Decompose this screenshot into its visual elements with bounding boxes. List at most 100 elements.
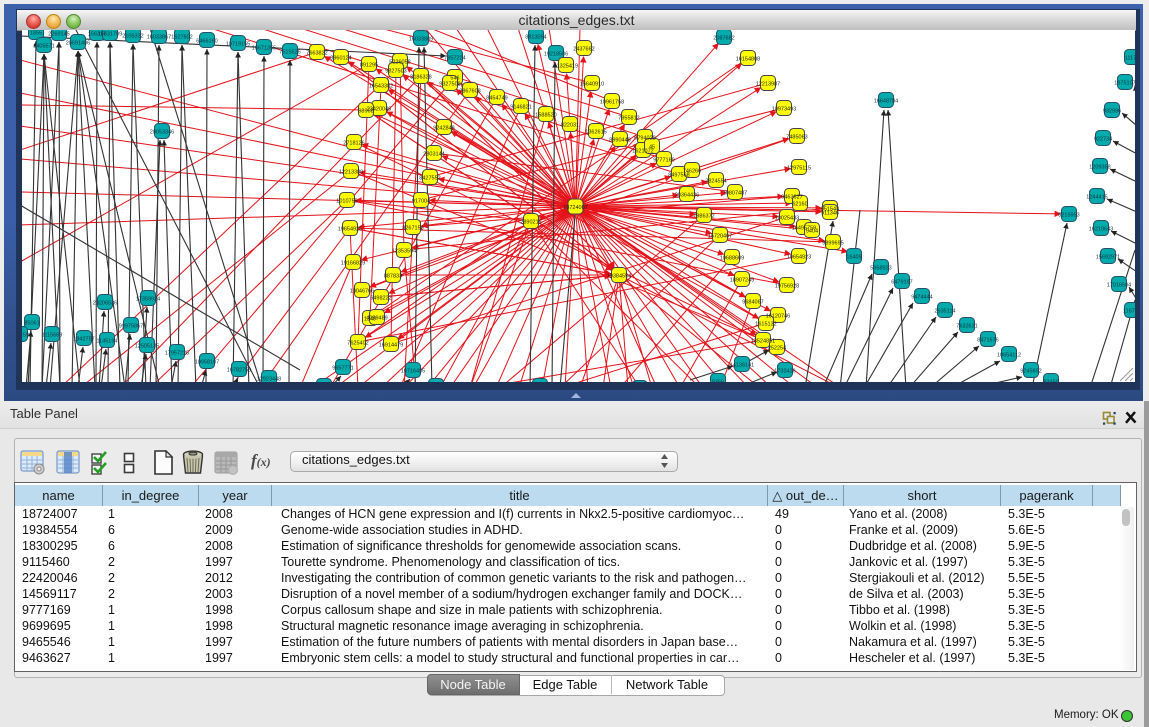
svg-text:16154808: 16154808: [736, 57, 760, 63]
svg-text:922734: 922734: [1094, 137, 1112, 143]
svg-text:917004: 917004: [412, 199, 430, 205]
svg-text:20691406: 20691406: [66, 41, 90, 47]
svg-text:252254: 252254: [768, 346, 786, 352]
svg-text:9146821: 9146821: [510, 105, 531, 111]
svg-text:8215953: 8215953: [1058, 213, 1079, 219]
svg-text:9827503: 9827503: [385, 69, 406, 75]
svg-text:1527602: 1527602: [171, 35, 192, 41]
svg-text:16120746: 16120746: [766, 314, 790, 320]
svg-text:6466160: 6466160: [196, 39, 217, 45]
svg-text:8813054: 8813054: [525, 35, 546, 41]
svg-text:5226058: 5226058: [389, 60, 410, 66]
svg-text:10958107: 10958107: [195, 360, 219, 366]
svg-text:1942757: 1942757: [73, 337, 94, 343]
svg-text:15692971: 15692971: [1096, 255, 1120, 261]
svg-text:45: 45: [649, 145, 655, 151]
svg-text:1975107: 1975107: [1114, 81, 1135, 87]
svg-text:18724007: 18724007: [563, 205, 587, 211]
svg-text:8960124: 8960124: [330, 56, 351, 62]
svg-text:10961758: 10961758: [600, 100, 624, 106]
svg-text:891295: 891295: [360, 63, 378, 69]
svg-text:2890215: 2890215: [520, 220, 541, 226]
svg-text:822031: 822031: [561, 123, 579, 129]
svg-text:3824554: 3824554: [705, 179, 726, 185]
svg-text:16033809: 16033809: [409, 37, 433, 43]
svg-text:19716485: 19716485: [401, 369, 425, 375]
svg-text:10025433: 10025433: [775, 216, 799, 222]
svg-text:1010755: 1010755: [336, 199, 357, 205]
svg-text:9777169: 9777169: [653, 158, 674, 164]
svg-text:12213389: 12213389: [339, 170, 363, 176]
svg-text:1115689: 1115689: [42, 333, 63, 339]
svg-text:10688609: 10688609: [720, 256, 744, 262]
svg-text:6498222: 6498222: [370, 296, 391, 302]
svg-text:10046766: 10046766: [350, 289, 374, 295]
svg-text:9899695: 9899695: [822, 241, 843, 247]
svg-text:7625402: 7625402: [347, 341, 368, 347]
svg-text:2935114: 2935114: [934, 309, 955, 315]
svg-text:2867608: 2867608: [459, 89, 480, 95]
svg-text:7632621: 7632621: [956, 324, 977, 330]
svg-text:16671355: 16671355: [252, 46, 276, 52]
svg-text:15720407: 15720407: [708, 234, 732, 240]
svg-text:16648784: 16648784: [874, 99, 898, 105]
svg-text:8427552: 8427552: [419, 176, 440, 182]
svg-text:911346: 911346: [821, 211, 839, 217]
svg-text:6794028: 6794028: [634, 136, 655, 142]
svg-text:993159: 993159: [22, 333, 29, 339]
svg-text:2269145: 2269145: [48, 32, 69, 38]
svg-text:2437662: 2437662: [573, 47, 594, 53]
svg-text:16782759: 16782759: [227, 368, 251, 374]
svg-text:19166829: 19166829: [341, 261, 365, 267]
svg-text:2087682: 2087682: [713, 36, 734, 42]
svg-text:10719155: 10719155: [226, 42, 250, 48]
svg-text:9245652: 9245652: [1020, 369, 1041, 375]
svg-text:2105332: 2105332: [122, 34, 143, 40]
svg-text:16543382: 16543382: [369, 84, 393, 90]
svg-text:5958923: 5958923: [870, 266, 891, 272]
svg-text:932996: 932996: [1103, 109, 1121, 115]
svg-text:10973493: 10973493: [772, 107, 796, 113]
svg-text:2718126: 2718126: [343, 141, 364, 147]
svg-text:116753: 116753: [1123, 309, 1135, 315]
svg-text:1244415: 1244415: [1086, 195, 1107, 201]
svg-text:9327508: 9327508: [439, 82, 460, 88]
svg-text:19218506: 19218506: [544, 52, 568, 58]
svg-text:9684067: 9684067: [742, 300, 763, 306]
svg-text:12923448: 12923448: [257, 377, 281, 383]
svg-text:10807487: 10807487: [723, 191, 747, 197]
svg-text:12213987: 12213987: [756, 82, 780, 88]
svg-text:20364436: 20364436: [675, 193, 699, 199]
svg-text:4099489: 4099489: [366, 316, 387, 322]
svg-text:1855: 1855: [30, 31, 42, 37]
svg-text:13524851: 13524851: [751, 339, 775, 345]
svg-text:15640910: 15640910: [580, 82, 604, 88]
svg-text:1733426: 1733426: [774, 369, 795, 375]
svg-text:1362615: 1362615: [585, 130, 606, 136]
svg-text:20053346: 20053346: [150, 130, 174, 136]
svg-text:9242848: 9242848: [433, 126, 454, 132]
svg-text:8186328: 8186328: [410, 75, 431, 81]
svg-text:8267150: 8267150: [402, 226, 423, 232]
svg-text:9463627: 9463627: [781, 195, 802, 201]
svg-text:7955812: 7955812: [618, 116, 639, 122]
svg-text:7663822: 7663822: [306, 51, 327, 57]
svg-text:16210643: 16210643: [1089, 227, 1113, 233]
svg-text:9356: 9356: [712, 380, 724, 383]
svg-text:17359924: 17359924: [136, 297, 160, 303]
svg-text:11325419: 11325419: [554, 64, 578, 70]
svg-text:18907249: 18907249: [730, 278, 754, 284]
svg-text:12353594: 12353594: [392, 249, 416, 255]
svg-text:9404: 9404: [806, 229, 818, 235]
svg-text:17957225: 17957225: [165, 351, 189, 357]
svg-text:12505135: 12505135: [135, 344, 159, 350]
svg-text:7857224: 7857224: [444, 56, 465, 62]
svg-text:9657771: 9657771: [332, 366, 353, 372]
svg-text:9474444: 9474444: [911, 295, 932, 301]
svg-text:12975115: 12975115: [787, 166, 811, 172]
svg-text:85061: 85061: [24, 321, 39, 327]
svg-text:1405571: 1405571: [33, 44, 54, 50]
svg-text:99975867: 99975867: [119, 324, 143, 330]
svg-text:14136141: 14136141: [730, 363, 754, 369]
svg-text:16409: 16409: [846, 255, 861, 261]
